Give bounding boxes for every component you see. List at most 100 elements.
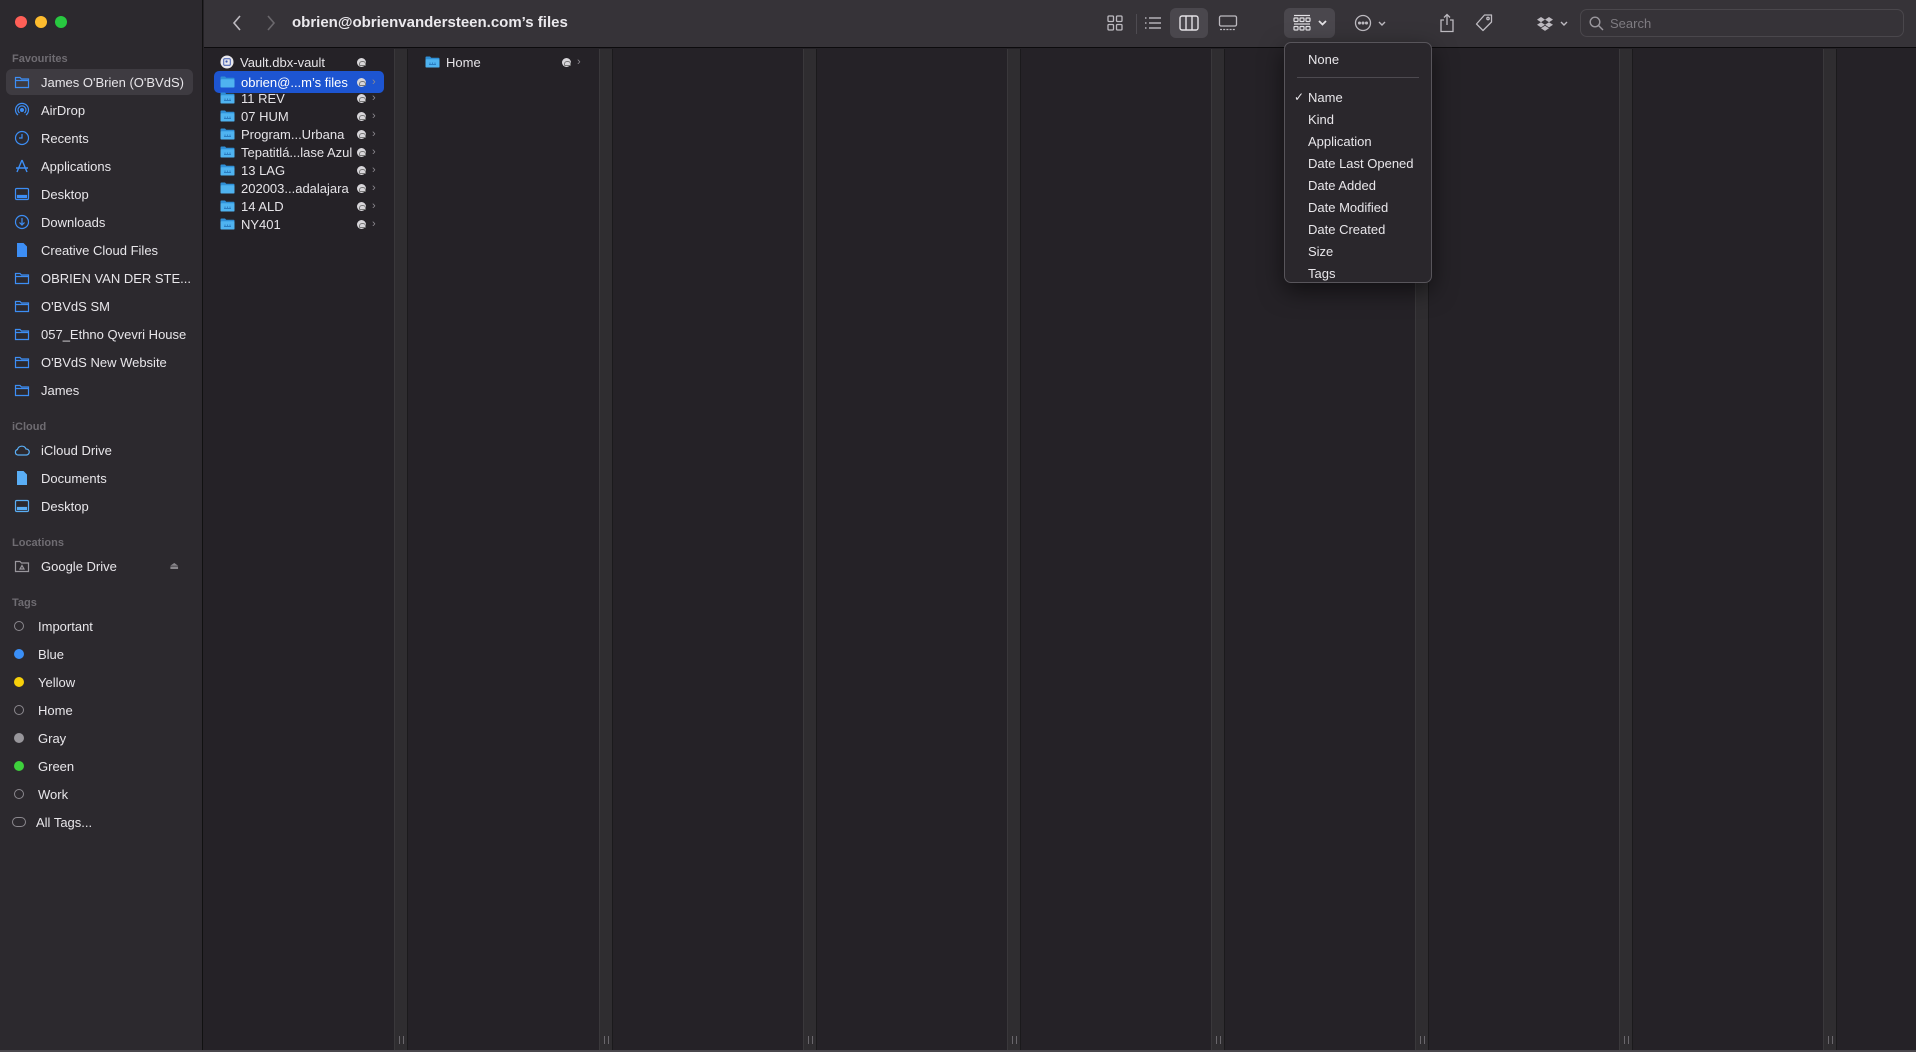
resize-grip-icon [399, 1036, 404, 1044]
sidebar-item-057-ethno-qvevri-house[interactable]: 057_Ethno Qvevri House [6, 321, 193, 347]
sidebar-item-james[interactable]: James [6, 377, 193, 403]
file-row[interactable]: 14 ALD › [214, 197, 384, 215]
sidebar-tag-home[interactable]: Home [6, 697, 193, 723]
menu-separator [1297, 77, 1419, 78]
tag-button[interactable] [1470, 8, 1498, 38]
sidebar-item-google-drive[interactable]: Google Drive ⏏ [6, 553, 193, 579]
column-resize-handle[interactable] [803, 49, 817, 1050]
menu-item-tags[interactable]: Tags [1285, 262, 1431, 284]
applications-icon [14, 158, 30, 174]
shared-folder-icon [220, 92, 241, 104]
file-row[interactable]: Program...Urbana › [214, 125, 384, 143]
browser-column[interactable] [1837, 49, 1916, 1050]
sidebar-item-label: OBRIEN VAN DER STE... [41, 270, 192, 286]
menu-item-size[interactable]: Size [1285, 240, 1431, 262]
forward-button[interactable] [258, 8, 284, 38]
sidebar-item-applications[interactable]: Applications [6, 153, 193, 179]
finder-window: Favourites James O'Brien (O'BVdS) AirDrop R… [0, 0, 1916, 1052]
menu-item-label: Date Modified [1308, 199, 1389, 215]
browser-column[interactable] [1633, 49, 1823, 1050]
action-menu-button[interactable] [1348, 8, 1392, 38]
column-resize-handle[interactable] [1211, 49, 1225, 1050]
chevron-left-icon [232, 15, 241, 31]
file-row[interactable]: Tepatitlá...lase Azul › [214, 143, 384, 161]
column-resize-handle[interactable] [1007, 49, 1021, 1050]
sidebar-item-recents[interactable]: Recents [6, 125, 193, 151]
browser-column[interactable]: Home › [409, 49, 599, 1050]
browser-column[interactable] [1429, 49, 1619, 1050]
file-row[interactable]: NY401 › [214, 215, 384, 233]
menu-item-date-added[interactable]: Date Added [1285, 174, 1431, 196]
sidebar-item-documents[interactable]: Documents [6, 465, 193, 491]
sidebar-item-downloads[interactable]: Downloads [6, 209, 193, 235]
sidebar-item-icloud-drive[interactable]: iCloud Drive [6, 437, 193, 463]
cloud-sync-icon [357, 201, 366, 211]
search-field[interactable] [1580, 9, 1904, 37]
shared-folder-icon [220, 200, 241, 212]
tag-empty-dot [14, 705, 24, 715]
tag-empty-dot [14, 789, 24, 799]
column-resize-handle[interactable] [599, 49, 613, 1050]
sidebar-tag-all-tags[interactable]: All Tags... [6, 809, 193, 835]
file-row[interactable]: 11 REV › [214, 89, 384, 107]
menu-item-date-created[interactable]: Date Created [1285, 218, 1431, 240]
browser-column[interactable] [817, 49, 1007, 1050]
dropbox-button[interactable] [1530, 8, 1574, 38]
sidebar-item-obrien-van-der-ste[interactable]: OBRIEN VAN DER STE... [6, 265, 193, 291]
zoom-button[interactable] [55, 16, 67, 28]
search-input[interactable] [1610, 15, 1890, 31]
sidebar-item-o-bvds-sm[interactable]: O'BVdS SM [6, 293, 193, 319]
back-button[interactable] [224, 8, 250, 38]
group-by-button[interactable] [1284, 8, 1335, 38]
sidebar-item-o-bvds-new-website[interactable]: O'BVdS New Website [6, 349, 193, 375]
group-icon [1293, 14, 1311, 31]
desktop-icon [14, 186, 30, 202]
sidebar-tag-yellow[interactable]: Yellow [6, 669, 193, 695]
file-row[interactable]: 13 LAG › [214, 161, 384, 179]
column-resize-handle[interactable] [1619, 49, 1633, 1050]
folder-icon [14, 382, 30, 398]
browser-column[interactable] [1021, 49, 1211, 1050]
column-resize-handle[interactable] [394, 49, 408, 1050]
browser-column[interactable]: Vault.dbx-vault obrien@...m’s files › 11 RE… [204, 49, 394, 1050]
icon-view-button[interactable] [1100, 8, 1130, 38]
file-row[interactable]: 202003...adalajara › [214, 179, 384, 197]
sidebar-tag-green[interactable]: Green [6, 753, 193, 779]
menu-item-date-last-opened[interactable]: Date Last Opened [1285, 152, 1431, 174]
gallery-view-button[interactable] [1212, 8, 1244, 38]
sidebar-item-desktop[interactable]: Desktop [6, 493, 193, 519]
sidebar-item-airdrop[interactable]: AirDrop [6, 97, 193, 123]
close-button[interactable] [15, 16, 27, 28]
sidebar-item-label: 057_Ethno Qvevri House [41, 326, 187, 342]
menu-item-kind[interactable]: Kind [1285, 108, 1431, 130]
eject-icon[interactable]: ⏏ [170, 561, 179, 572]
cloud-sync-icon [357, 219, 366, 229]
browser-column[interactable] [613, 49, 803, 1050]
sidebar-tag-blue[interactable]: Blue [6, 641, 193, 667]
menu-item-label: Tags [1308, 265, 1336, 281]
sidebar-item-label: Recents [41, 130, 89, 146]
column-resize-handle[interactable] [1823, 49, 1837, 1050]
column-view-button[interactable] [1170, 8, 1208, 38]
share-button[interactable] [1434, 8, 1460, 38]
menu-item-application[interactable]: Application [1285, 130, 1431, 152]
traffic-lights [15, 16, 67, 28]
menu-item-none[interactable]: None [1285, 48, 1431, 70]
chevron-right-icon: › [372, 92, 376, 104]
sidebar-item-james-o-brien-o-bvds[interactable]: James O'Brien (O'BVdS) [6, 69, 193, 95]
file-row[interactable]: Vault.dbx-vault [214, 53, 384, 71]
minimize-button[interactable] [35, 16, 47, 28]
sidebar-item-label: Documents [41, 470, 107, 486]
list-view-button[interactable] [1138, 8, 1168, 38]
file-row[interactable]: 07 HUM › [214, 107, 384, 125]
file-row[interactable]: Home › [419, 53, 589, 71]
checkmark-icon: ✓ [1294, 90, 1305, 104]
sidebar-tag-important[interactable]: Important [6, 613, 193, 639]
sidebar-tag-work[interactable]: Work [6, 781, 193, 807]
sidebar-item-creative-cloud-files[interactable]: Creative Cloud Files [6, 237, 193, 263]
sidebar-tag-gray[interactable]: Gray [6, 725, 193, 751]
menu-item-date-modified[interactable]: Date Modified [1285, 196, 1431, 218]
sidebar-item-desktop[interactable]: Desktop [6, 181, 193, 207]
document-icon [14, 242, 30, 258]
menu-item-name[interactable]: ✓ Name [1285, 86, 1431, 108]
